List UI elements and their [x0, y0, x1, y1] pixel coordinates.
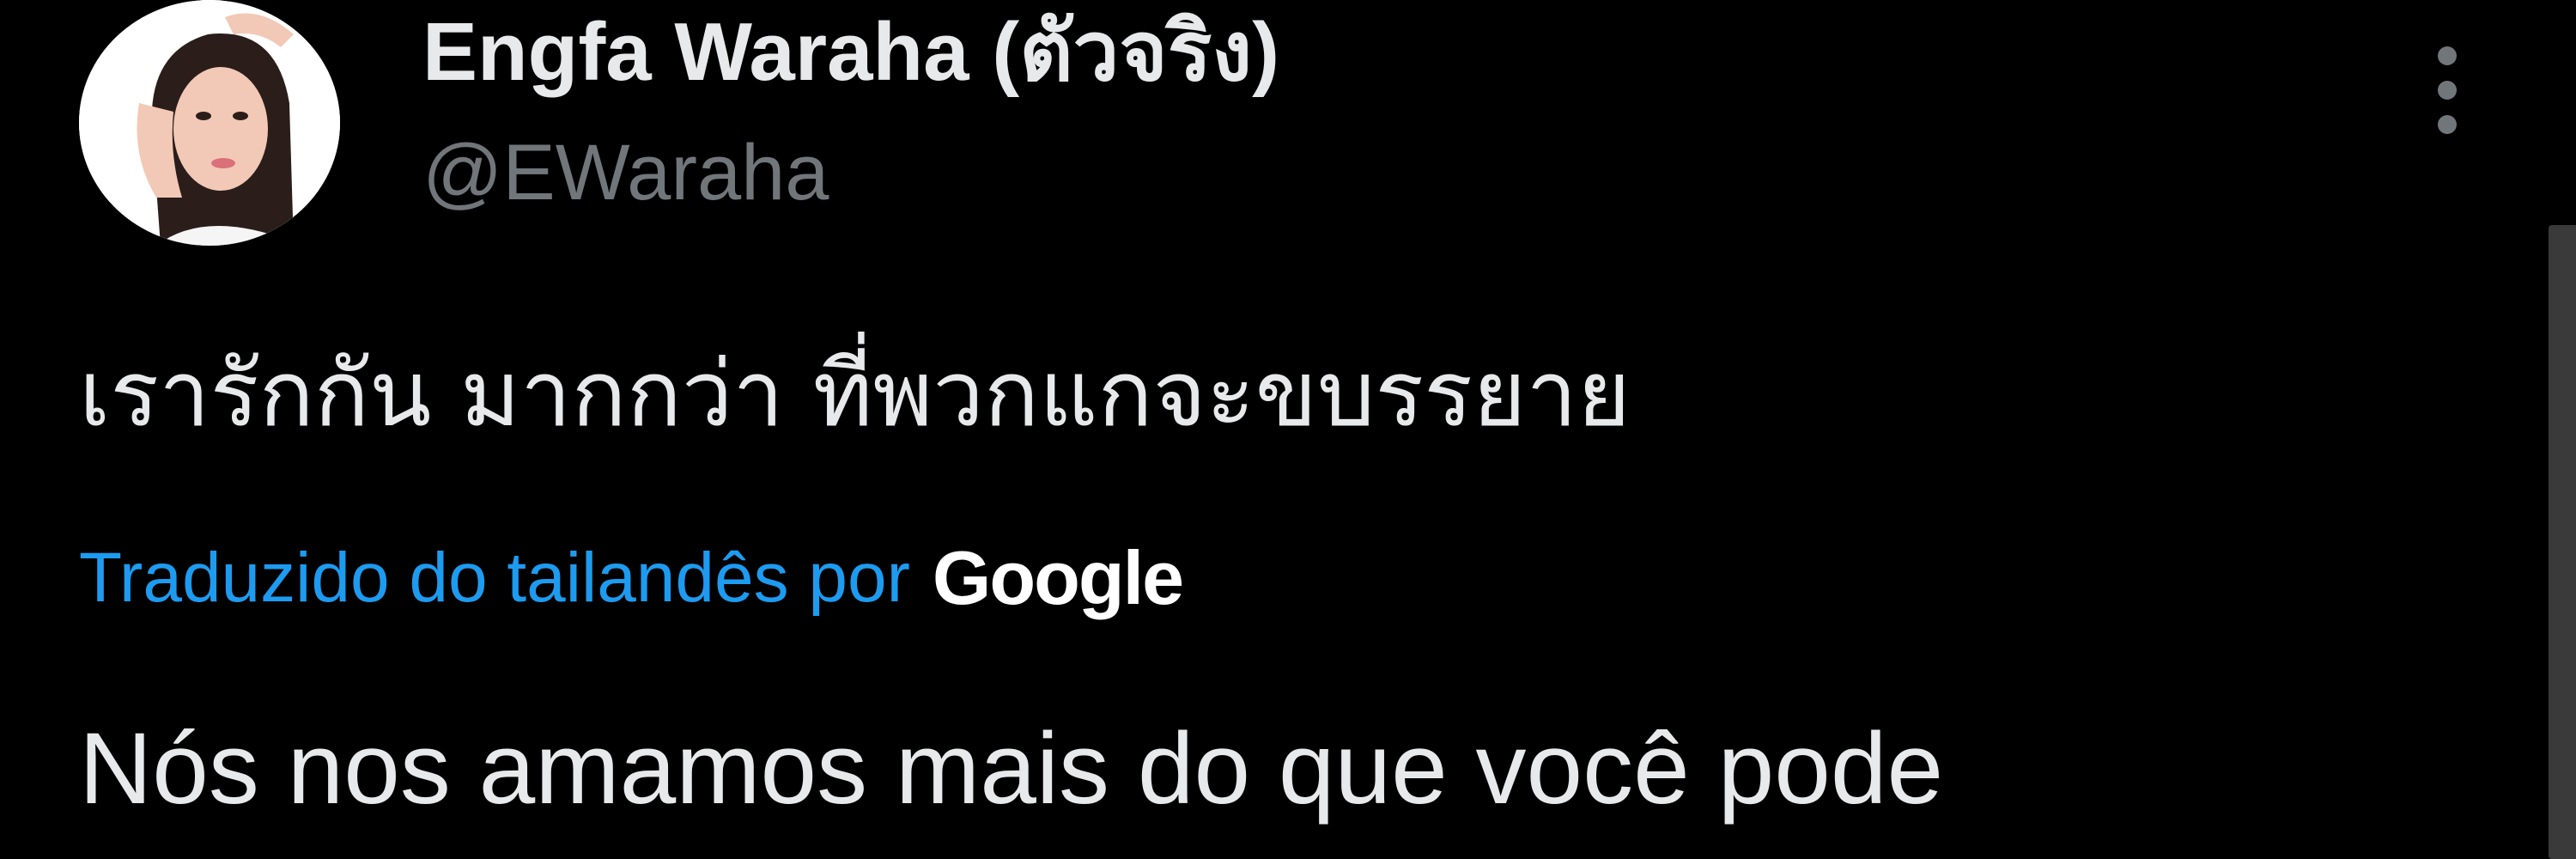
translated-by-link[interactable]: Traduzido do tailandês por [79, 538, 910, 618]
more-vertical-icon [2438, 115, 2457, 134]
more-options-button[interactable] [2421, 34, 2473, 146]
profile-photo-icon [79, 0, 340, 246]
translated-text: Nós nos amamos mais do que você pode [79, 712, 1944, 825]
avatar[interactable] [79, 0, 340, 246]
more-vertical-icon [2438, 81, 2457, 100]
translation-attribution: Traduzido do tailandês por Google [79, 531, 1184, 625]
user-handle[interactable]: @EWaraha [422, 125, 829, 220]
more-vertical-icon [2438, 46, 2457, 65]
google-logo: Google [932, 535, 1184, 620]
display-name[interactable]: Engfa Waraha (ตัวจริง) [422, 5, 1279, 100]
tweet: Engfa Waraha (ตัวจริง) @EWaraha เรารักกั… [0, 0, 2576, 859]
scrollbar[interactable] [2549, 225, 2576, 859]
tweet-text: เรารักกัน มากกว่า ที่พวกแกจะขบรรยาย [79, 341, 1631, 447]
